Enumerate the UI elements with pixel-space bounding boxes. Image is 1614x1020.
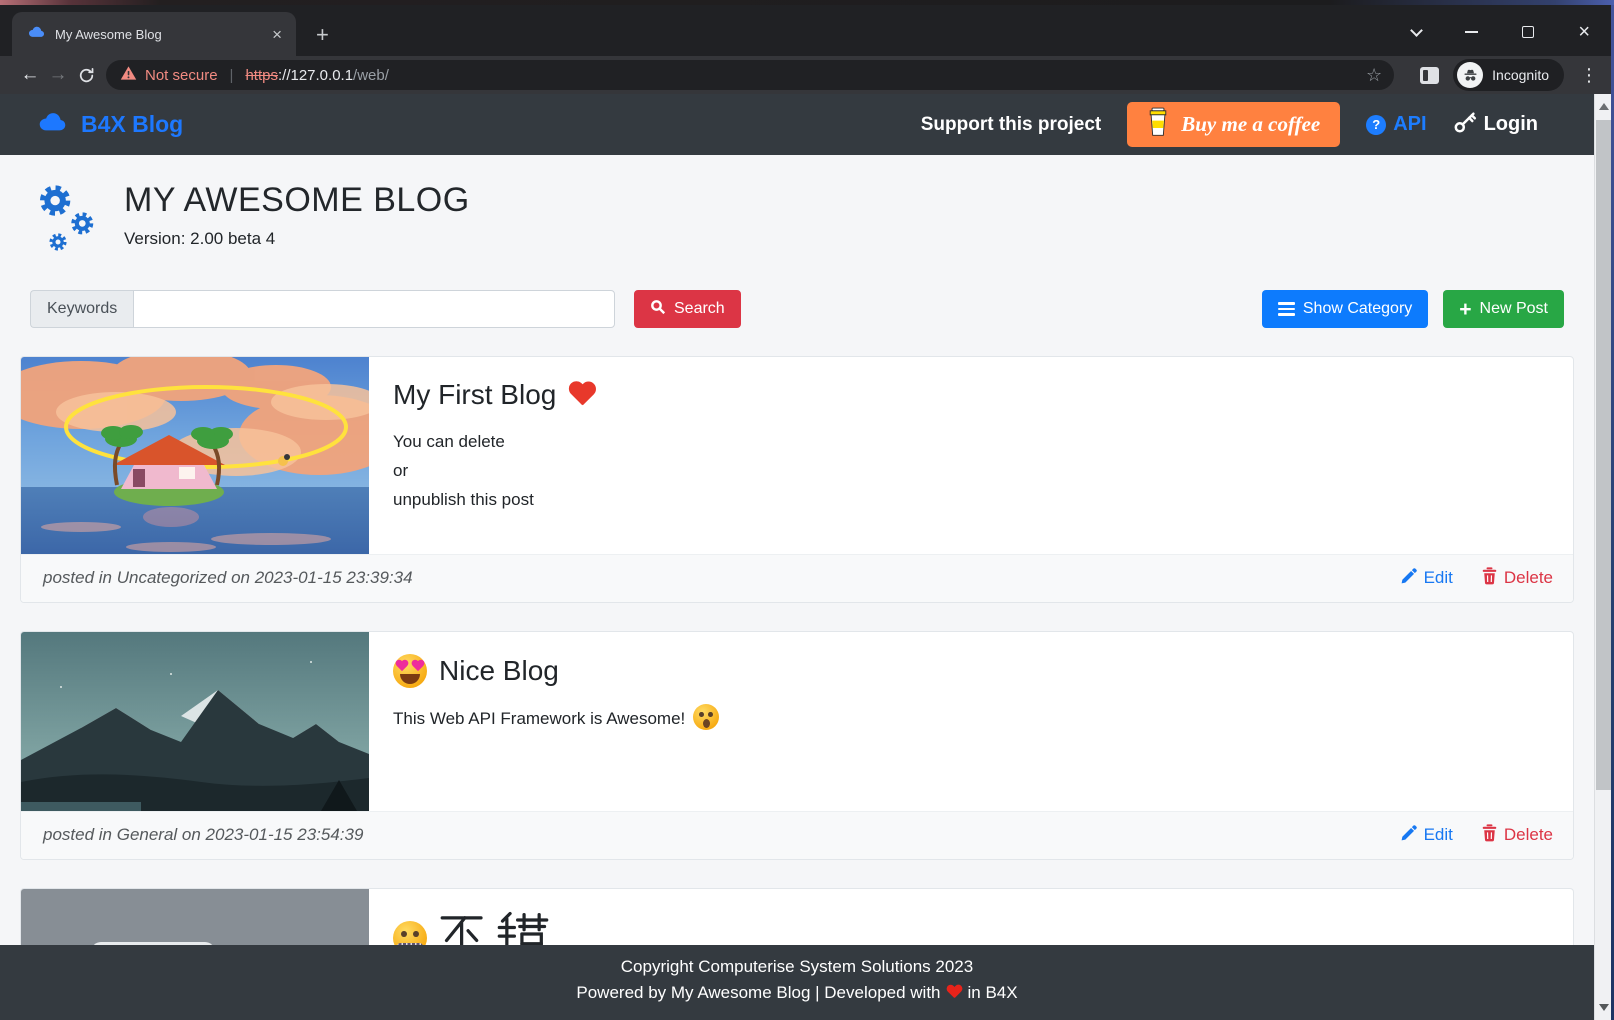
- post-title: My First Blog: [393, 379, 1549, 411]
- cloud-brand-icon: [38, 112, 67, 137]
- scrollbar-up-arrow[interactable]: [1599, 103, 1609, 110]
- tab-title: My Awesome Blog: [55, 26, 162, 42]
- new-post-button[interactable]: + New Post: [1443, 290, 1564, 328]
- brand-title[interactable]: B4X Blog: [81, 111, 183, 138]
- browser-tab[interactable]: My Awesome Blog ×: [12, 12, 296, 56]
- red-heart-emoji: [947, 985, 962, 999]
- api-label: API: [1393, 113, 1427, 135]
- edit-label: Edit: [1423, 568, 1453, 587]
- page-scrollbar[interactable]: [1594, 94, 1611, 1020]
- buy-me-a-coffee-button[interactable]: Buy me a coffee: [1127, 102, 1341, 147]
- login-link[interactable]: Login: [1453, 110, 1538, 139]
- side-panel-icon[interactable]: [1420, 66, 1440, 84]
- browser-toolbar: ← → Not secure | https://127.0.0.1/web/ …: [0, 56, 1614, 94]
- back-button[interactable]: ←: [16, 64, 44, 86]
- post-footer: posted in General on 2023-01-15 23:54:39…: [21, 811, 1573, 859]
- page-title: MY AWESOME BLOG: [124, 181, 470, 219]
- scrollbar-thumb[interactable]: [1596, 120, 1611, 790]
- search-button[interactable]: Search: [634, 290, 741, 328]
- red-heart-emoji: [568, 382, 595, 408]
- version-label: Version: 2.00 beta 4: [124, 229, 276, 248]
- url-path: /web/: [353, 66, 389, 84]
- key-icon: [1453, 110, 1477, 139]
- url-text[interactable]: https://127.0.0.1/web/: [245, 67, 388, 84]
- brand-link[interactable]: B4X Blog: [38, 111, 183, 138]
- post-card: My First Blog You can delete or unpublis…: [20, 356, 1574, 603]
- forward-button[interactable]: →: [44, 64, 72, 86]
- browser-titlebar: My Awesome Blog × + ×: [0, 5, 1614, 56]
- delete-link[interactable]: Delete: [1481, 566, 1553, 590]
- new-tab-button[interactable]: +: [316, 24, 329, 46]
- incognito-icon: [1457, 62, 1484, 88]
- post-image-island-house[interactable]: [21, 357, 369, 554]
- url-scheme: https: [245, 66, 278, 84]
- tab-search-chevron-icon[interactable]: [1410, 23, 1424, 37]
- incognito-badge[interactable]: Incognito: [1453, 59, 1564, 91]
- post-title: Nice Blog: [393, 654, 1549, 688]
- keywords-input[interactable]: [133, 290, 615, 328]
- keywords-label: Keywords: [30, 290, 134, 328]
- not-secure-warning-icon: [120, 65, 137, 86]
- post-title-text: Nice Blog: [439, 655, 559, 686]
- address-bar[interactable]: Not secure | https://127.0.0.1/web/ ☆: [106, 60, 1395, 90]
- incognito-label: Incognito: [1492, 67, 1549, 83]
- footer-powered-by: Powered by My Awesome Blog | Developed w…: [576, 983, 1018, 1002]
- search-icon: [650, 299, 666, 320]
- scrollbar-down-arrow[interactable]: [1599, 1004, 1609, 1011]
- browser-menu-icon[interactable]: ⋮: [1580, 65, 1598, 86]
- gears-logo-icon: [33, 179, 103, 260]
- edit-link[interactable]: Edit: [1400, 824, 1453, 847]
- bookmark-star-icon[interactable]: ☆: [1366, 65, 1382, 86]
- edit-label: Edit: [1423, 825, 1453, 844]
- post-body: You can delete or unpublish this post: [393, 432, 534, 510]
- page-viewport: B4X Blog Support this project Buy me a c…: [0, 94, 1594, 1020]
- tab-close-icon[interactable]: ×: [268, 24, 286, 45]
- astonished-emoji: [693, 704, 720, 730]
- hamburger-icon: [1277, 299, 1295, 319]
- delete-label: Delete: [1503, 825, 1553, 844]
- trash-icon: [1481, 566, 1498, 590]
- trash-icon: [1481, 823, 1498, 847]
- pencil-icon: [1400, 567, 1418, 590]
- window-close-button[interactable]: ×: [1578, 22, 1590, 42]
- post-card: Nice Blog This Web API Framework is Awes…: [20, 631, 1574, 860]
- window-minimize-button[interactable]: [1465, 31, 1479, 33]
- show-category-button[interactable]: Show Category: [1261, 290, 1429, 328]
- edit-link[interactable]: Edit: [1400, 567, 1453, 590]
- buy-me-a-coffee-label: Buy me a coffee: [1181, 112, 1321, 136]
- show-category-label: Show Category: [1302, 300, 1413, 317]
- site-navbar: B4X Blog Support this project Buy me a c…: [0, 94, 1594, 155]
- delete-label: Delete: [1503, 568, 1553, 587]
- login-label: Login: [1483, 113, 1538, 135]
- post-image-mountains[interactable]: [21, 632, 369, 811]
- footer-copyright: Copyright Computerise System Solutions 2…: [620, 957, 974, 976]
- window-maximize-button[interactable]: [1522, 26, 1535, 38]
- keywords-input-group: Keywords: [30, 290, 615, 328]
- heart-eyes-emoji: [393, 654, 427, 688]
- new-post-label: New Post: [1479, 300, 1548, 317]
- site-footer: Copyright Computerise System Solutions 2…: [0, 945, 1594, 1020]
- page-header: MY AWESOME BLOG Version: 2.00 beta 4: [0, 155, 1594, 260]
- post-meta: posted in General on 2023-01-15 23:54:39: [43, 825, 364, 844]
- url-separator: |: [229, 66, 234, 84]
- support-label: Support this project: [920, 113, 1102, 135]
- post-footer: posted in Uncategorized on 2023-01-15 23…: [21, 554, 1573, 602]
- delete-link[interactable]: Delete: [1481, 823, 1553, 847]
- not-secure-label[interactable]: Not secure: [145, 67, 218, 84]
- post-title-text: My First Blog: [393, 379, 557, 410]
- search-button-label: Search: [674, 300, 725, 317]
- action-row: Keywords Search Show Category + New Post: [30, 290, 1564, 328]
- browser-window: My Awesome Blog × + × ← → Not secure | h…: [0, 0, 1614, 1020]
- cloud-favicon-icon: [28, 25, 45, 43]
- plus-icon: +: [1459, 297, 1472, 321]
- api-link[interactable]: ? API: [1366, 113, 1427, 136]
- url-host: ://127.0.0.1: [277, 66, 354, 84]
- question-circle-icon: ?: [1366, 114, 1387, 135]
- coffee-cup-icon: [1147, 107, 1169, 142]
- post-body: This Web API Framework is Awesome!: [393, 704, 1549, 733]
- pencil-icon: [1400, 824, 1418, 847]
- reload-button[interactable]: [72, 66, 100, 85]
- post-meta: posted in Uncategorized on 2023-01-15 23…: [43, 568, 413, 587]
